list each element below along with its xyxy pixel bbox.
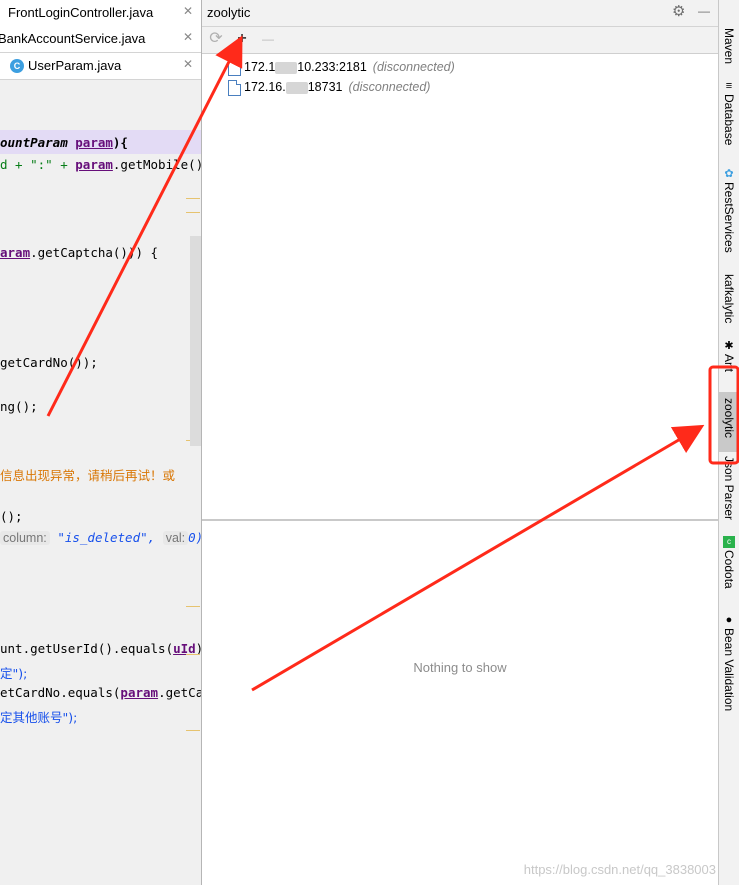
panel-title: zoolytic [207, 5, 251, 20]
database-icon: ≡ [725, 80, 733, 92]
connection-host: 172.16. [244, 80, 286, 94]
code-line: ountParam param){ [0, 135, 128, 150]
ant-icon: ✱ [724, 340, 734, 352]
connection-status: (disconnected) [372, 60, 455, 74]
code-line: getCardNo()); [0, 355, 98, 370]
tab-label: UserParam.java [28, 58, 122, 73]
bean-icon: ● [725, 614, 733, 626]
tool-label: Json Parser [722, 456, 736, 521]
zoolytic-panel: zoolytic ⚙ — ⟳ + — 172.1 10.233:2181 (disc… [202, 0, 718, 885]
panel-toolbar: ⟳ + — [202, 27, 718, 54]
tool-label: Ant [722, 354, 736, 373]
gutter-marker [186, 198, 200, 199]
minimize-icon[interactable]: — [698, 4, 710, 18]
tool-window-strip: Maven ≡ Database ✿ RestServices kafkalyt… [719, 0, 739, 885]
tool-database[interactable]: ≡ Database [719, 80, 739, 162]
tab-label: BankAccountService.java [0, 31, 146, 46]
code-line: column: "is_deleted", val:0) [0, 530, 201, 545]
tool-maven[interactable]: Maven [719, 8, 739, 80]
connection-status: (disconnected) [348, 80, 431, 94]
code-editor[interactable]: FrontLoginController.java ✕ BankAccountS… [0, 0, 201, 885]
gear-icon[interactable]: ⚙ [672, 2, 685, 20]
connection-host: 18731 [307, 80, 343, 94]
close-icon[interactable]: ✕ [183, 4, 193, 18]
tool-label: Maven [722, 28, 736, 65]
empty-state-text: Nothing to show [413, 660, 507, 675]
remove-connection-button[interactable]: — [259, 30, 277, 48]
close-icon[interactable]: ✕ [183, 57, 193, 71]
code-area[interactable]: ountParam param){ d + ":" + param.getMob… [0, 80, 201, 885]
code-line: ​信息出现异常，请稍后再试！或 [0, 468, 176, 483]
gutter-marker [186, 606, 200, 607]
codota-icon: c [723, 536, 735, 548]
tool-kafkalytic[interactable]: kafkalytic [719, 262, 739, 332]
tool-restservices[interactable]: ✿ RestServices [719, 168, 739, 258]
code-line: ng(); [0, 399, 38, 414]
panel-header: zoolytic ⚙ — [202, 0, 718, 27]
tool-bean-validation[interactable]: ● Bean Validation [719, 614, 739, 724]
tool-json-parser[interactable]: Json Parser [719, 450, 739, 528]
refresh-icon[interactable]: ⟳ [207, 30, 225, 48]
watermark: https://blog.csdn.net/qq_3838003 [523, 862, 716, 877]
code-line: aram.getCaptcha())) { [0, 245, 159, 260]
tool-codota[interactable]: c Codota [719, 536, 739, 606]
close-icon[interactable]: ✕ [183, 30, 193, 44]
tab-user-param[interactable]: C UserParam.java ✕ [0, 53, 201, 80]
code-line: 定其他账号"); [0, 710, 78, 725]
code-line: 定"); [0, 666, 28, 681]
tool-label: kafkalytic [722, 274, 736, 324]
code-line: etCardNo.equals(param.getCard [0, 685, 201, 700]
tool-label: Codota [722, 550, 736, 589]
gutter-marker [186, 730, 200, 731]
code-line: unt.getUserId().equals(uId) [0, 641, 201, 656]
tool-zoolytic[interactable]: zoolytic [719, 392, 739, 452]
connection-host: 172.1 [244, 60, 276, 74]
rest-icon: ✿ [724, 168, 734, 180]
tab-bank-account-service[interactable]: BankAccountService.java ✕ [0, 26, 201, 53]
redacted-mask [285, 81, 308, 94]
class-icon: C [10, 59, 24, 73]
editor-scrollbar[interactable] [190, 236, 201, 446]
connection-icon [228, 60, 241, 76]
gutter-marker [186, 212, 200, 213]
redacted-mask [275, 61, 298, 74]
tool-label: Bean Validation [722, 628, 736, 712]
node-details-pane: Nothing to show https://blog.csdn.net/qq… [202, 522, 718, 885]
tab-label: FrontLoginController.java [8, 5, 154, 20]
gutter-marker [186, 654, 200, 655]
tool-ant[interactable]: ✱ Ant [719, 340, 739, 384]
tool-label: RestServices [722, 182, 736, 253]
tool-label: Database [722, 94, 736, 146]
connection-host: 10.233:2181 [297, 60, 367, 74]
code-line: d + ":" + param.getMobile()); [0, 157, 201, 172]
add-connection-button[interactable]: + [233, 30, 251, 48]
tab-front-login-controller[interactable]: FrontLoginController.java ✕ [0, 0, 201, 27]
connection-icon [228, 80, 241, 96]
tool-label: zoolytic [722, 398, 736, 439]
connection-tree[interactable]: 172.1 10.233:2181 (disconnected) 172.16. 18… [202, 54, 718, 521]
code-line: (); [0, 509, 23, 524]
